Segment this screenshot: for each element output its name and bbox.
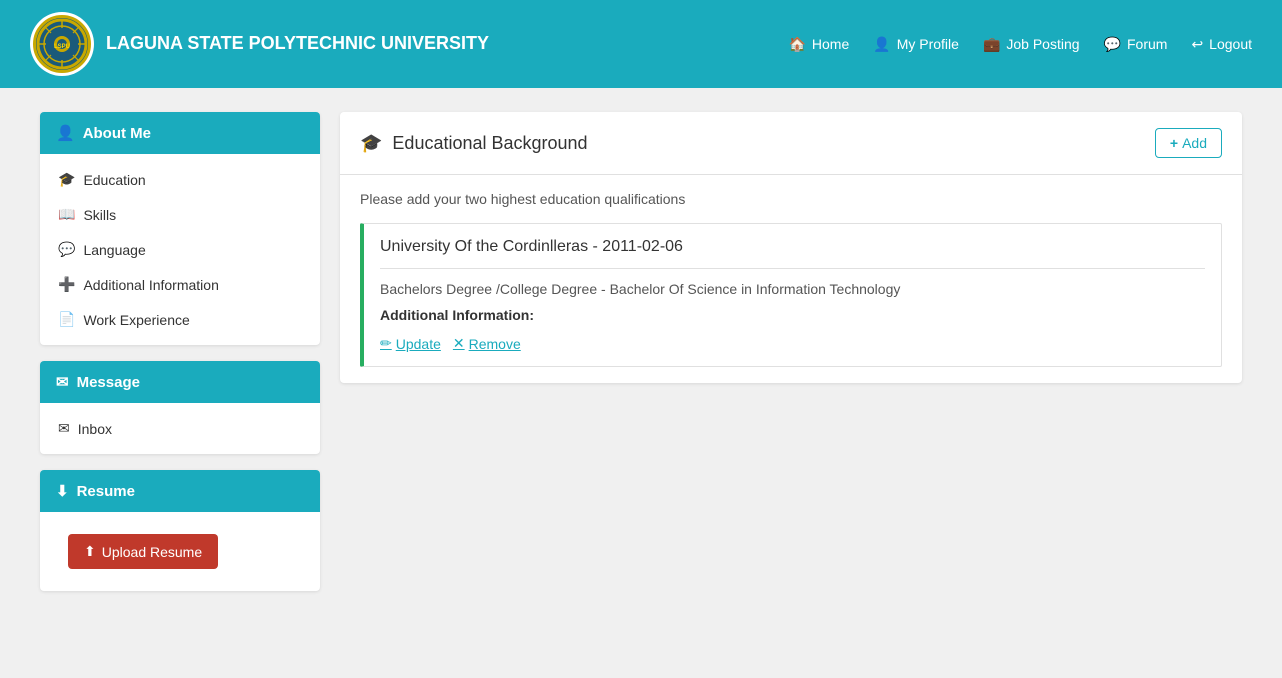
university-name-text: LAGUNA STATE POLYTECHNIC UNIVERSITY	[106, 32, 489, 55]
plus-circle-icon: ➕	[58, 276, 75, 293]
education-actions: ✏ Update ✕ Remove	[380, 335, 1205, 352]
remove-education-link[interactable]: ✕ Remove	[453, 335, 521, 352]
content-body: Please add your two highest education qu…	[340, 175, 1242, 383]
sidebar: 👤 About Me 🎓 Education 📖 Skills 💬 Langua…	[40, 112, 320, 591]
user-icon: 👤	[873, 36, 890, 53]
envelope-header-icon: ✉	[56, 373, 69, 391]
sidebar-item-education[interactable]: 🎓 Education	[40, 162, 320, 197]
nav-my-profile[interactable]: 👤 My Profile	[873, 36, 959, 53]
download-icon: ⬇	[56, 482, 69, 500]
main-navigation: 🏠 Home 👤 My Profile 💼 Job Posting 💬 Foru…	[788, 36, 1252, 53]
svg-text:LSPU: LSPU	[54, 44, 70, 50]
additional-info-label: Additional Information:	[380, 307, 1205, 323]
header-brand: LSPU LAGUNA STATE POLYTECHNIC UNIVERSITY	[30, 12, 489, 76]
nav-forum[interactable]: 💬 Forum	[1104, 36, 1168, 53]
update-education-link[interactable]: ✏ Update	[380, 335, 441, 352]
sidebar-resume-section: ⬇ Resume ⬆ Upload Resume	[40, 470, 320, 591]
upload-btn-icon: ⬆	[84, 543, 96, 560]
sidebar-message-section: ✉ Message ✉ Inbox	[40, 361, 320, 454]
qualification-info-text: Please add your two highest education qu…	[360, 191, 1222, 207]
nav-logout[interactable]: ↩ Logout	[1191, 36, 1252, 53]
sidebar-message-header: ✉ Message	[40, 361, 320, 403]
main-content: 🎓 Educational Background + Add Please ad…	[340, 112, 1242, 591]
comment-icon: 💬	[1104, 36, 1121, 53]
nav-job-posting[interactable]: 💼 Job Posting	[983, 36, 1080, 53]
logout-icon: ↩	[1191, 36, 1203, 53]
file-doc-icon: 📄	[58, 311, 75, 328]
sidebar-item-inbox[interactable]: ✉ Inbox	[40, 411, 320, 446]
upload-resume-button[interactable]: ⬆ Upload Resume	[68, 534, 218, 569]
section-title: 🎓 Educational Background	[360, 133, 588, 154]
briefcase-icon: 💼	[983, 36, 1000, 53]
graduation-cap-icon: 🎓	[58, 171, 75, 188]
main-container: 👤 About Me 🎓 Education 📖 Skills 💬 Langua…	[0, 88, 1282, 615]
times-remove-icon: ✕	[453, 335, 465, 352]
education-entry: University Of the Cordinlleras - 2011-02…	[360, 223, 1222, 367]
about-me-menu: 🎓 Education 📖 Skills 💬 Language ➕ Additi…	[40, 154, 320, 345]
nav-home[interactable]: 🏠 Home	[788, 36, 849, 53]
grad-cap-title-icon: 🎓	[360, 133, 382, 154]
university-logo: LSPU	[30, 12, 94, 76]
site-header: LSPU LAGUNA STATE POLYTECHNIC UNIVERSITY…	[0, 0, 1282, 88]
degree-info: Bachelors Degree /College Degree - Bache…	[380, 281, 1205, 297]
sidebar-about-me-section: 👤 About Me 🎓 Education 📖 Skills 💬 Langua…	[40, 112, 320, 345]
user-circle-icon: 👤	[56, 124, 75, 142]
sidebar-about-me-header: 👤 About Me	[40, 112, 320, 154]
sidebar-item-work-experience[interactable]: 📄 Work Experience	[40, 302, 320, 337]
content-card-header: 🎓 Educational Background + Add	[340, 112, 1242, 175]
add-education-button[interactable]: + Add	[1155, 128, 1222, 158]
message-menu: ✉ Inbox	[40, 403, 320, 454]
sidebar-item-additional-info[interactable]: ➕ Additional Information	[40, 267, 320, 302]
education-card: 🎓 Educational Background + Add Please ad…	[340, 112, 1242, 383]
pencil-icon: ✏	[380, 335, 392, 352]
plus-add-icon: +	[1170, 135, 1178, 151]
sidebar-item-skills[interactable]: 📖 Skills	[40, 197, 320, 232]
sidebar-item-language[interactable]: 💬 Language	[40, 232, 320, 267]
home-icon: 🏠	[788, 36, 805, 53]
sidebar-resume-header: ⬇ Resume	[40, 470, 320, 512]
envelope-icon: ✉	[58, 420, 70, 437]
speech-bubble-icon: 💬	[58, 241, 75, 258]
resume-actions: ⬆ Upload Resume	[40, 512, 320, 591]
book-icon: 📖	[58, 206, 75, 223]
university-name: University Of the Cordinlleras - 2011-02…	[380, 238, 1205, 269]
